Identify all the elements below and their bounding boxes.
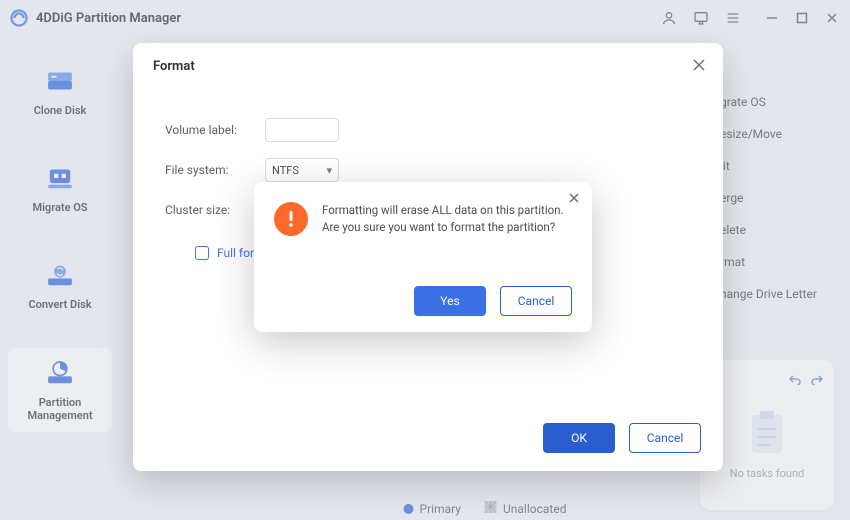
cluster-label: Cluster size: — [165, 203, 251, 217]
confirm-close-button[interactable] — [568, 192, 580, 204]
format-close-button[interactable] — [689, 55, 709, 75]
format-cancel-button[interactable]: Cancel — [629, 423, 701, 453]
filesystem-select[interactable]: NTFS ▾ — [265, 158, 339, 182]
filesystem-value: NTFS — [272, 164, 299, 177]
chevron-down-icon: ▾ — [326, 164, 332, 177]
confirm-message: Formatting will erase ALL data on this p… — [322, 202, 572, 237]
format-ok-button[interactable]: OK — [543, 423, 615, 453]
format-dialog-title: Format — [133, 59, 723, 74]
confirm-dialog: Formatting will erase ALL data on this p… — [254, 182, 592, 332]
volume-label-input[interactable] — [265, 118, 339, 142]
volume-label-label: Volume label: — [165, 123, 251, 137]
full-format-checkbox[interactable] — [195, 246, 209, 260]
warning-icon — [274, 202, 308, 236]
confirm-yes-button[interactable]: Yes — [414, 286, 486, 316]
filesystem-label: File system: — [165, 163, 251, 177]
confirm-cancel-button[interactable]: Cancel — [500, 286, 572, 316]
